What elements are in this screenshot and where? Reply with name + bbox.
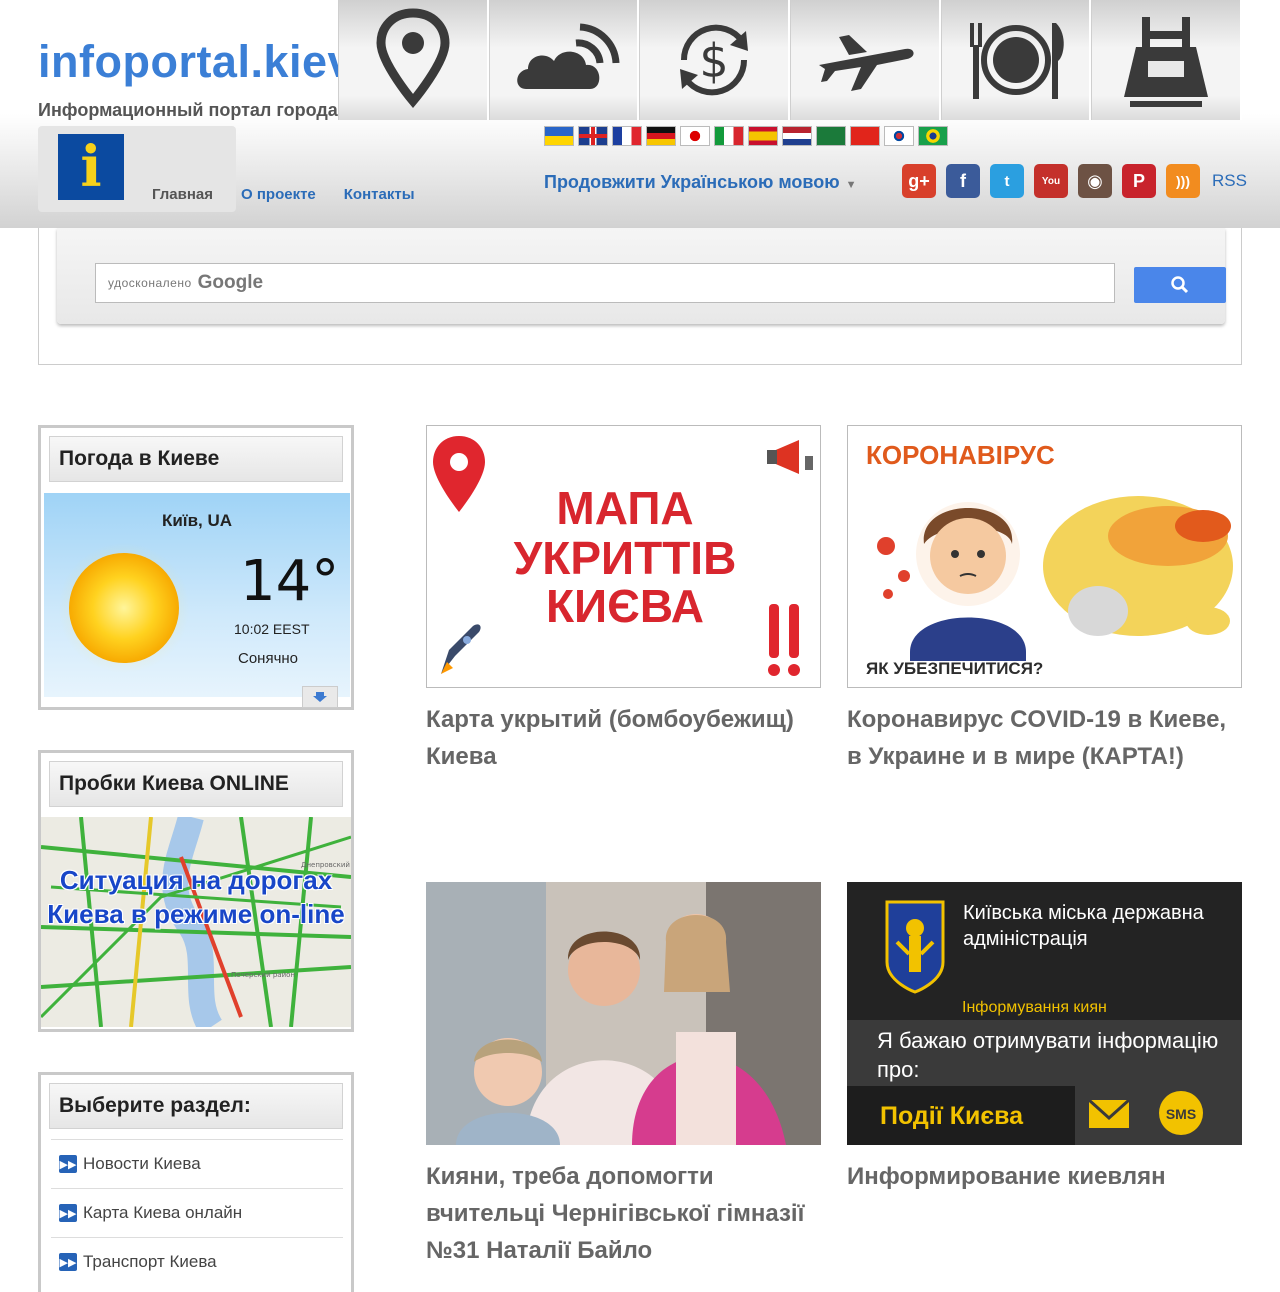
boy-avatar-icon	[910, 502, 1026, 661]
weather-widget: Погода в Киеве Київ, UA 14° 10:02 EEST С…	[38, 425, 354, 710]
restaurant-icon[interactable]	[940, 0, 1092, 120]
flag-ukraine-icon[interactable]	[544, 126, 574, 146]
section-news[interactable]: ▶▶ Новости Киева	[51, 1139, 343, 1188]
rss-link[interactable]: RSS	[1212, 171, 1247, 191]
article-title-help-teacher[interactable]: Кияни, треба допомогти вчительці Чернігі…	[426, 1158, 821, 1269]
flag-korea-icon[interactable]	[884, 126, 914, 146]
main-nav: Главная О проекте Контакты	[152, 186, 443, 203]
svg-text:SMS: SMS	[1166, 1106, 1196, 1122]
sunny-icon	[69, 553, 179, 663]
weather-widget-title: Погода в Киеве	[49, 436, 343, 482]
metro-icon[interactable]	[1091, 0, 1243, 120]
search-area: удосконалено Google	[38, 228, 1242, 365]
article-title-covid[interactable]: Коронавирус COVID-19 в Киеве, в Украине …	[847, 701, 1242, 775]
search-box: удосконалено Google	[57, 228, 1226, 324]
covid-image-footer: ЯК УБЕЗПЕЧИТИСЯ?	[866, 659, 1043, 678]
shelters-image-line-1: МАПА	[556, 482, 693, 534]
flag-spain-icon[interactable]	[748, 126, 778, 146]
fast-forward-icon: ▶▶	[59, 1204, 77, 1222]
shelters-image-line-2: УКРИТТІВ	[514, 532, 737, 584]
article-image-family-photo[interactable]	[426, 882, 821, 1145]
fast-forward-icon: ▶▶	[59, 1155, 77, 1173]
article-title-shelters[interactable]: Карта укрытий (бомбоубежищ) Киева	[426, 701, 821, 775]
pinterest-icon[interactable]: P	[1122, 164, 1156, 198]
megaphone-icon	[767, 440, 813, 474]
kyiv-coat-of-arms-icon	[885, 900, 945, 994]
airplane-icon[interactable]	[790, 0, 941, 120]
rocket-icon	[441, 624, 481, 674]
map-label-pecherskyi: Печерский район	[231, 971, 295, 979]
weather-condition: Сонячно	[238, 650, 299, 667]
article-title-informing[interactable]: Информирование киевлян	[847, 1158, 1242, 1195]
traffic-banner-text: Ситуация на дорогах Киева в режиме on-li…	[47, 865, 345, 929]
search-button[interactable]	[1134, 267, 1226, 303]
envelope-icon	[1087, 1098, 1131, 1128]
world-map-icon	[1043, 496, 1233, 636]
instagram-icon[interactable]: ◉	[1078, 164, 1112, 198]
map-pin-icon[interactable]	[338, 0, 489, 120]
fast-forward-icon: ▶▶	[59, 1253, 77, 1271]
flag-uk-icon[interactable]	[578, 126, 608, 146]
youtube-icon[interactable]: You	[1034, 164, 1068, 198]
weather-city: Київ, UA	[161, 511, 233, 530]
virus-icon	[877, 537, 910, 599]
flag-germany-icon[interactable]	[646, 126, 676, 146]
exclamation-icon	[768, 604, 800, 676]
category-icon-strip: $	[338, 0, 1243, 120]
sections-widget-title: Выберите раздел:	[49, 1083, 343, 1129]
flag-brazil-icon[interactable]	[918, 126, 948, 146]
flag-france-icon[interactable]	[612, 126, 642, 146]
twitter-icon[interactable]: t	[990, 164, 1024, 198]
search-placeholder-prefix: удосконалено	[108, 276, 192, 290]
kmda-org-name: Київська міська державна адміністрація	[963, 902, 1204, 950]
sections-list: ▶▶ Новости Киева ▶▶ Карта Киева онлайн ▶▶ Т…	[51, 1139, 343, 1286]
flag-italy-icon[interactable]	[714, 126, 744, 146]
weather-icon[interactable]	[488, 0, 640, 120]
flag-netherlands-icon[interactable]	[782, 126, 812, 146]
currency-exchange-icon[interactable]: $	[639, 0, 791, 120]
flag-china-icon[interactable]	[850, 126, 880, 146]
map-pin-icon	[433, 436, 485, 512]
nav-contacts-link[interactable]: Контакты	[344, 186, 415, 203]
svg-text:$: $	[700, 34, 729, 88]
shelters-image-line-3: КИЄВА	[546, 580, 704, 632]
site-header: infoportal.kiev.ua Информационный портал…	[0, 0, 1280, 228]
search-placeholder-brand: Google	[197, 272, 264, 293]
article-image-covid[interactable]: КОРОНАВІРУС ЯК УБЕЗПЕЧИТИСЯ?	[847, 425, 1242, 688]
nav-home-link[interactable]: Главная	[152, 186, 213, 203]
traffic-widget-title: Пробки Киева ONLINE	[49, 761, 343, 807]
traffic-map[interactable]: Днепровский район Печерский район Ситуац…	[41, 817, 351, 1027]
covid-image-heading: КОРОНАВІРУС	[866, 440, 1055, 470]
article-image-shelters[interactable]: МАПА УКРИТТІВ КИЄВА	[426, 425, 821, 688]
section-transport[interactable]: ▶▶ Транспорт Киева	[51, 1237, 343, 1286]
section-map[interactable]: ▶▶ Карта Киева онлайн	[51, 1188, 343, 1237]
sms-icon: SMS	[1159, 1091, 1203, 1135]
article-image-kmda[interactable]: Київська міська державна адміністрація І…	[847, 882, 1242, 1145]
search-icon	[1171, 276, 1189, 294]
flag-japan-icon[interactable]	[680, 126, 710, 146]
flag-saudi-icon[interactable]	[816, 126, 846, 146]
search-input[interactable]: удосконалено Google	[95, 263, 1115, 303]
sections-widget: Выберите раздел: ▶▶ Новости Киева ▶▶ Карта…	[38, 1072, 354, 1292]
traffic-widget: Пробки Киева ONLINE Днепровский район Пе…	[38, 750, 354, 1032]
rss-icon[interactable]: )))	[1166, 164, 1200, 198]
google-plus-icon[interactable]: g+	[902, 164, 936, 198]
kmda-prompt: Я бажаю отримувати інформацію про:	[877, 1028, 1219, 1082]
kmda-subtitle: Інформування киян	[962, 999, 1107, 1016]
language-flags	[544, 126, 948, 146]
kmda-events-button: Події Києва	[880, 1102, 1024, 1130]
info-logo[interactable]: i	[58, 134, 124, 200]
weather-card[interactable]: Київ, UA 14° 10:02 EEST Сонячно	[44, 493, 350, 708]
weather-time: 10:02 EEST	[234, 621, 310, 637]
facebook-icon[interactable]: f	[946, 164, 980, 198]
nav-about-link[interactable]: О проекте	[241, 186, 316, 203]
social-links: g+ f t You ◉ P ))) RSS	[902, 164, 1247, 198]
download-icon[interactable]	[302, 686, 338, 708]
chevron-down-icon: ▼	[845, 179, 857, 191]
language-select[interactable]: Продовжити Українською мовою ▼	[544, 172, 856, 193]
weather-temperature: 14°	[240, 549, 340, 614]
